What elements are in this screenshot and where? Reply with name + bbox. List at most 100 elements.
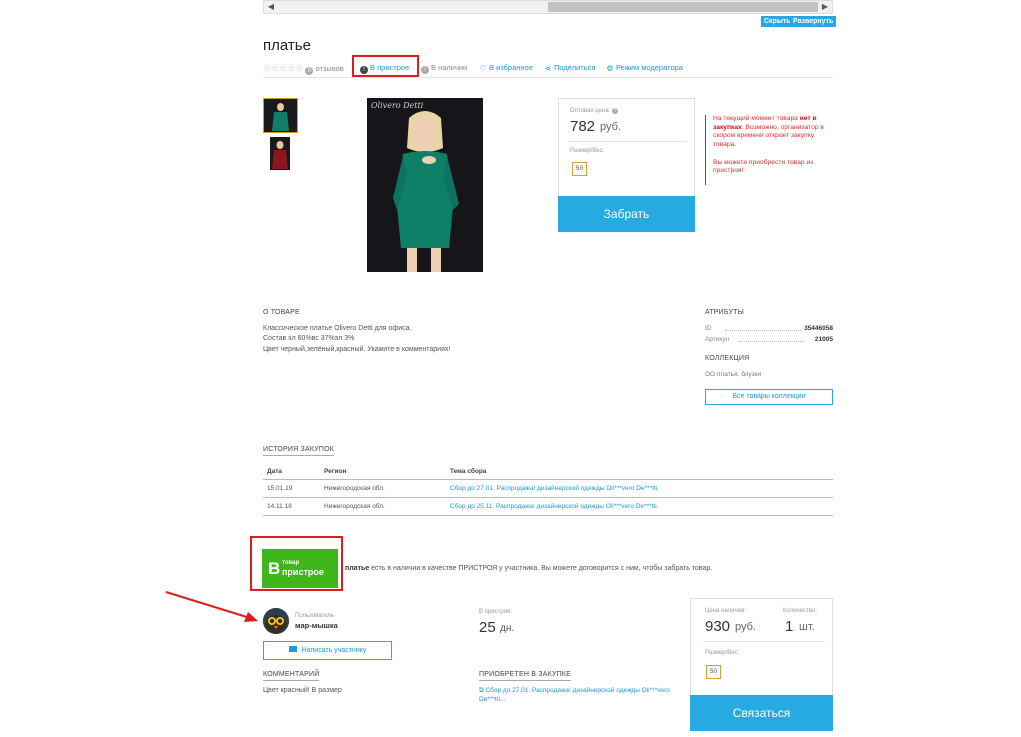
reviews-label: отзывов: [315, 64, 344, 73]
reviews-count-icon: 0: [305, 67, 314, 75]
about-title: О ТОВАРЕ: [263, 309, 300, 316]
envelope-icon: [288, 646, 297, 652]
size-label: Размер/Вес:: [705, 650, 740, 656]
user-name[interactable]: мар-мышка: [295, 621, 338, 630]
cell-region: Нижегородская обл.: [320, 497, 446, 516]
cell-date: 14.11.18: [263, 497, 320, 516]
scroll-left-arrow-icon[interactable]: ◀: [264, 1, 278, 13]
badge-letter: В: [268, 559, 281, 578]
divider: [568, 141, 686, 142]
column-header: Тема сбора: [446, 465, 833, 480]
pristroe-duration-label: В пристрое:: [479, 609, 513, 615]
size-option[interactable]: 50: [706, 665, 721, 679]
column-header: Дата: [263, 465, 320, 480]
cell-date: 15.01.19: [263, 479, 320, 498]
quantity-label: Количество:: [783, 608, 817, 614]
attribute-row: ID 35446058: [705, 325, 833, 334]
scroll-right-arrow-icon[interactable]: ▶: [818, 1, 832, 13]
badge-big-text: пристрое: [282, 567, 324, 577]
collection-text: ОО платья, блузки: [705, 371, 762, 378]
cell-topic-link[interactable]: Сбор до 27.01. Распродажа! дизайнерской …: [446, 479, 833, 498]
availability-price-value: 930: [705, 618, 731, 635]
expand-button[interactable]: Развернуть: [790, 16, 837, 27]
availability-currency: руб.: [735, 621, 756, 633]
table-row: 15.01.19 Нижегородская обл. Сбор до 27.0…: [263, 479, 833, 498]
write-button-label: Написать участнику: [301, 647, 367, 654]
all-collection-items-button[interactable]: Все товары коллекции: [705, 389, 833, 405]
table-row: 14.11.18 Нижегородская обл. Сбор до 25.1…: [263, 497, 833, 516]
attributes-title: АТРИБУТЫ: [705, 309, 745, 316]
rating-stars-icon: ☆☆☆☆☆: [263, 63, 304, 73]
size-label: Размер/Вес:: [570, 148, 605, 154]
tag-available-label: В наличии: [431, 63, 468, 72]
about-line: Классическое платье Olivero Detti для оф…: [263, 325, 412, 332]
gallery-thumbnail-1[interactable]: [263, 98, 298, 133]
column-header: Регион: [320, 465, 446, 480]
comment-text: Цвет красный! В размер: [263, 687, 342, 694]
availability-price-box: Цена наличия: 930 руб. Количество: 1 шт.…: [690, 598, 833, 731]
divider: [703, 641, 825, 642]
about-text: Классическое платье Olivero Detti для оф…: [263, 324, 663, 355]
price-box: Оптовая цена: ? 782 руб. Размер/Вес: 50 …: [558, 98, 695, 232]
notice-text-3: Вы можете приобрести товар из пристроя!: [713, 158, 814, 175]
pristroe-description: платье есть в наличии в качестве ПРИСТРО…: [345, 565, 712, 572]
write-to-member-button[interactable]: Написать участнику: [263, 641, 392, 660]
pristroe-badge: В товар пристрое: [262, 549, 338, 588]
main-product-photo[interactable]: Olivero Detti: [367, 98, 483, 272]
tag-available: ! В наличии: [421, 63, 467, 74]
about-line: Цвет черный,зелёный,красный. Укажите в к…: [263, 345, 451, 353]
photo-brand-watermark: Olivero Detti: [371, 101, 424, 110]
badge-description-text: есть в наличии в качестве ПРИСТРОЯ у уча…: [369, 565, 713, 572]
user-label: Пользователь: [295, 613, 334, 619]
size-option[interactable]: 50: [572, 162, 587, 176]
hide-button[interactable]: Скрыть: [761, 16, 794, 27]
pristroe-duration-unit: дн.: [500, 623, 515, 634]
help-icon[interactable]: ?: [612, 108, 619, 114]
attribute-row: Артикул 21005: [705, 336, 833, 345]
availability-price-label: Цена наличия:: [705, 608, 746, 614]
share-icon: ⋖: [544, 64, 552, 73]
quantity-unit: шт.: [799, 621, 815, 633]
cell-topic-link[interactable]: Сбор до 25.11. Распродажа! дизайнерской …: [446, 497, 833, 516]
attribute-value: 21005: [812, 336, 833, 343]
attribute-key: ID: [705, 325, 712, 332]
favorites-label: В избранное: [489, 63, 533, 72]
gear-icon: ⚙: [606, 64, 614, 73]
purchase-history-table: Дата Регион Тема сбора 15.01.19 Нижегоро…: [263, 465, 833, 516]
notice-text-1: На текущий момент товара: [713, 115, 800, 122]
contact-button[interactable]: Связаться: [690, 695, 833, 731]
attribute-value: 35446058: [802, 325, 833, 332]
moderator-mode-link[interactable]: ⚙ Режим модератора: [606, 63, 683, 73]
share-label: Поделиться: [554, 63, 596, 72]
page-title: платье: [263, 37, 311, 54]
comment-title: КОММЕНТАРИЙ: [263, 671, 320, 681]
badge-product-name: платье: [345, 565, 370, 572]
wholesale-price-value: 782: [570, 118, 596, 135]
info-icon: !: [421, 66, 429, 74]
purchase-history-title: ИСТОРИЯ ЗАКУПОК: [263, 446, 335, 456]
cell-region: Нижегородская обл.: [320, 479, 446, 498]
favorites-link[interactable]: ♡ В избранное: [479, 63, 533, 73]
about-line: Состав хл 60%вс 37%эл 3%: [263, 335, 355, 343]
collection-title: КОЛЛЕКЦИЯ: [705, 355, 750, 362]
horizontal-scrollbar[interactable]: ◀ ▶: [263, 0, 833, 14]
share-link[interactable]: ⋖ Поделиться: [544, 63, 596, 73]
take-button[interactable]: Забрать: [558, 196, 695, 232]
avatar[interactable]: [263, 608, 289, 634]
price-currency: руб.: [600, 121, 621, 133]
pristroe-duration-value: 25: [479, 619, 496, 636]
scrollbar-thumb[interactable]: [548, 2, 818, 12]
availability-notice: На текущий момент товара нет в закупках.…: [705, 115, 833, 185]
heart-icon: ♡: [479, 64, 487, 73]
acquired-link-text: Сбор до 27.01. Распродажа! дизайнерской …: [479, 687, 670, 703]
badge-small-text: товар: [282, 560, 300, 566]
rating-reviews[interactable]: ☆☆☆☆☆ 0 отзывов: [263, 63, 344, 75]
quantity-value: 1: [785, 618, 794, 635]
acquired-purchase-link[interactable]: ⧉ Сбор до 27.01. Распродажа! дизайнерско…: [479, 687, 679, 704]
divider: [263, 77, 833, 78]
highlight-box-pristroe: [352, 55, 419, 77]
acquired-title: ПРИОБРЕТЕН В ЗАКУПКЕ: [479, 671, 571, 681]
red-arrow-icon: [165, 591, 258, 622]
wholesale-price-label: Оптовая цена: ?: [570, 108, 619, 114]
gallery-thumbnail-2[interactable]: [263, 136, 298, 171]
